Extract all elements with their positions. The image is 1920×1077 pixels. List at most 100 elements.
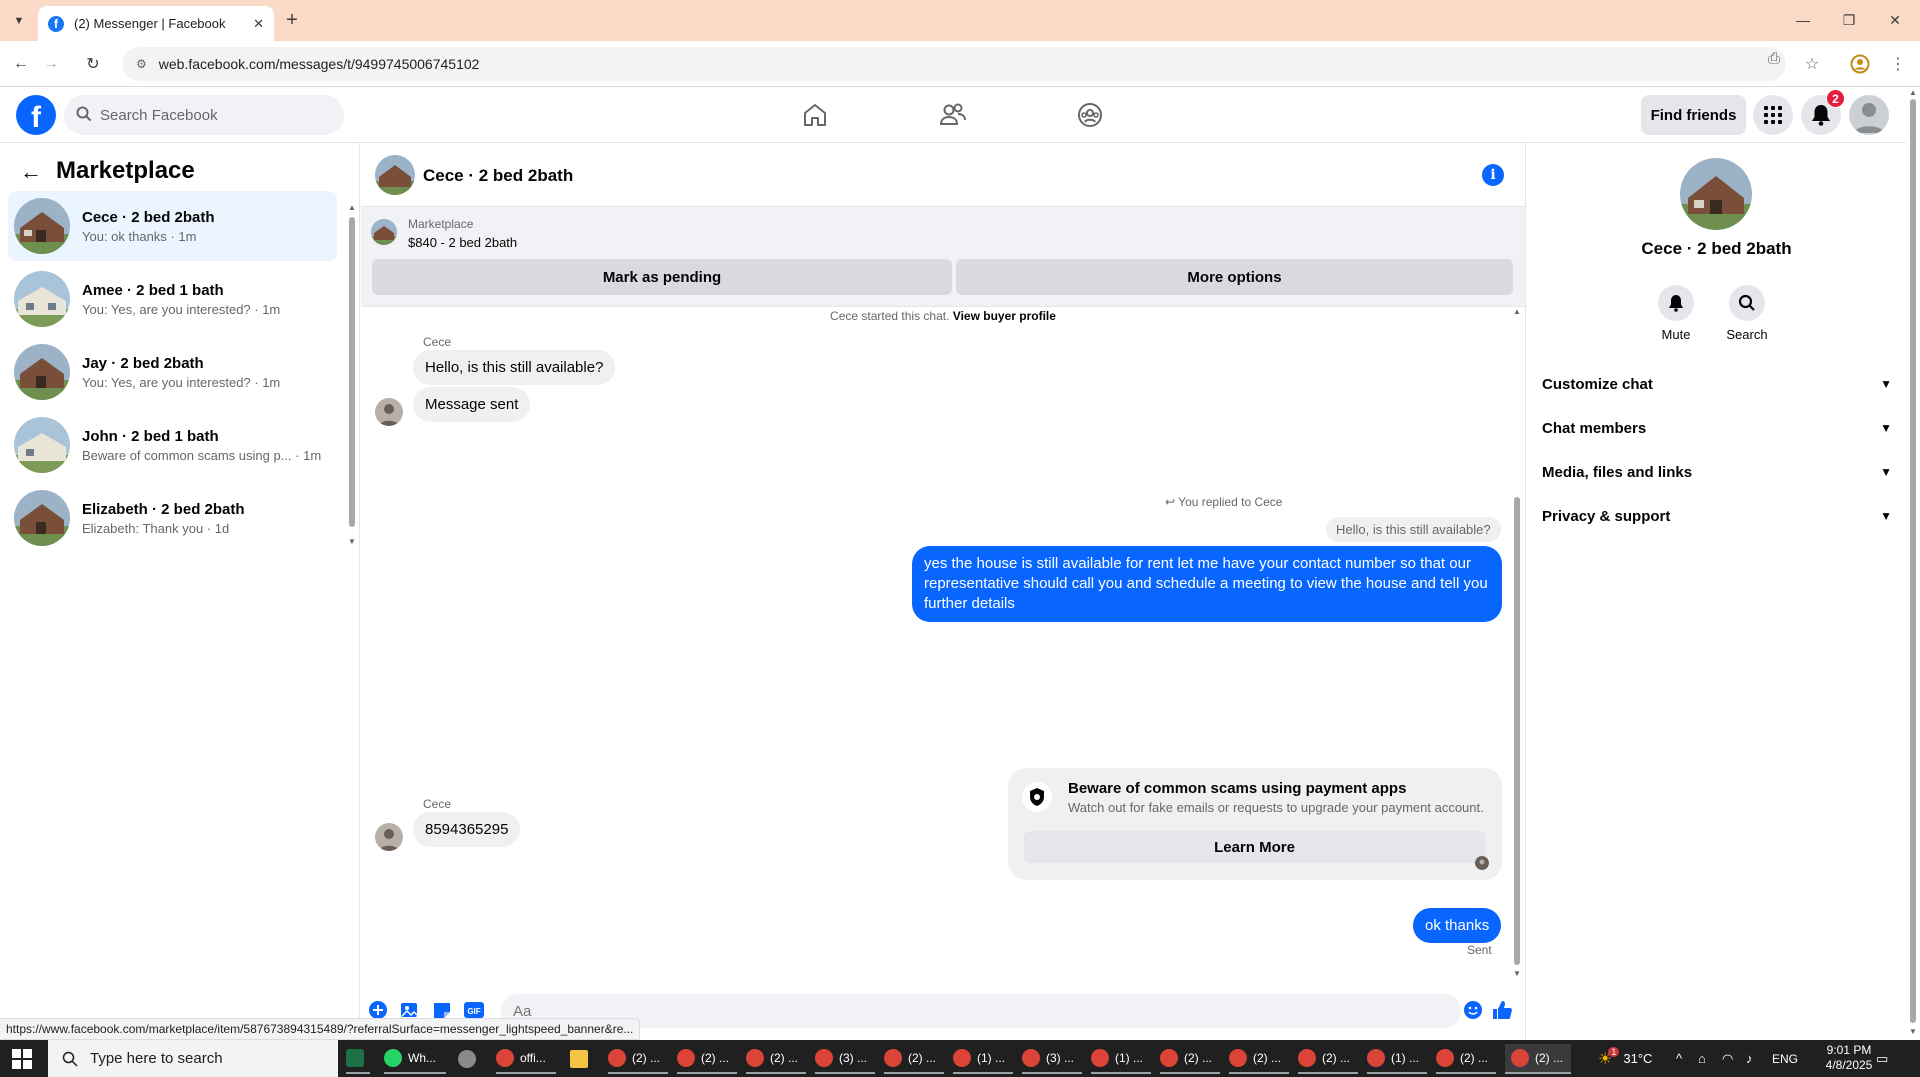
taskbar-chrome-window[interactable]: (1) ... (1367, 1044, 1427, 1074)
facebook-search-box[interactable]: Search Facebook (64, 95, 344, 135)
new-tab-plus-icon[interactable]: + (280, 8, 304, 32)
conversation-item-elizabeth[interactable]: Elizabeth · 2 bed 2bath Elizabeth: Thank… (8, 483, 337, 553)
taskbar-search-box[interactable]: Type here to search (48, 1040, 338, 1077)
show-hidden-icons-chevron-icon[interactable]: ^ (1676, 1040, 1682, 1077)
privacy-support-section[interactable]: Privacy & support ▼ (1542, 498, 1892, 534)
scrollbar-thumb[interactable] (1514, 497, 1520, 965)
profile-icon[interactable] (1848, 52, 1872, 76)
volume-icon[interactable]: ♪ (1746, 1040, 1753, 1077)
scrollbar-thumb[interactable] (1910, 99, 1916, 1023)
sender-avatar[interactable] (375, 398, 403, 426)
taskbar-chrome-window[interactable]: (2) ... (746, 1044, 806, 1074)
learn-more-button[interactable]: Learn More (1024, 831, 1485, 863)
sidebar-scrollbar[interactable]: ▲ ▼ (348, 203, 356, 546)
conversation-item-cece[interactable]: Cece · 2 bed 2bath You: ok thanks · 1m (8, 191, 337, 261)
listing-avatar[interactable] (1680, 158, 1752, 230)
incoming-message[interactable]: Message sent (413, 387, 531, 422)
taskbar-chrome-window[interactable]: (1) ... (953, 1044, 1013, 1074)
taskbar-chrome-window[interactable]: (2) ... (608, 1044, 668, 1074)
taskbar-chrome-window[interactable]: (2) ... (1298, 1044, 1358, 1074)
chat-members-section[interactable]: Chat members ▼ (1542, 410, 1892, 446)
taskbar-chrome-window[interactable]: (3) ... (815, 1044, 875, 1074)
bookmark-star-icon[interactable]: ☆ (1800, 52, 1824, 76)
customize-chat-section[interactable]: Customize chat ▼ (1542, 366, 1892, 402)
language-indicator[interactable]: ENG (1772, 1040, 1798, 1077)
outgoing-message[interactable]: yes the house is still available for ren… (912, 546, 1502, 622)
install-app-icon[interactable]: ⎙ (1768, 50, 1780, 67)
search-in-conversation-button[interactable]: Search (1717, 285, 1777, 342)
scrollbar-thumb[interactable] (349, 217, 355, 527)
listing-price-title[interactable]: $840 - 2 bed 2bath (408, 235, 517, 250)
taskbar-chrome-window[interactable]: (2) ... (1436, 1044, 1496, 1074)
page-scrollbar[interactable]: ▲ ▼ (1906, 87, 1920, 1040)
taskbar-chrome-window[interactable]: (1) ... (1091, 1044, 1151, 1074)
incoming-message[interactable]: 8594365295 (413, 812, 521, 847)
restore-window-icon[interactable]: ❐ (1834, 8, 1864, 32)
mute-button[interactable]: Mute (1646, 285, 1706, 342)
facebook-logo[interactable]: f (16, 95, 56, 135)
scroll-down-arrow-icon[interactable]: ▼ (1513, 969, 1521, 978)
account-avatar[interactable] (1849, 95, 1889, 135)
back-arrow-icon[interactable]: ← (8, 51, 34, 77)
chat-avatar[interactable] (375, 155, 415, 195)
address-bar[interactable]: ⚙ web.facebook.com/messages/t/9499745006… (122, 47, 1786, 81)
groups-icon[interactable] (1074, 99, 1106, 131)
scroll-up-arrow-icon[interactable]: ▲ (1909, 88, 1917, 97)
scroll-down-arrow-icon[interactable]: ▼ (348, 537, 356, 546)
taskbar-chrome-window[interactable]: (2) ... (677, 1044, 737, 1074)
taskbar-chrome-window[interactable]: (2) ... (1160, 1044, 1220, 1074)
close-window-icon[interactable]: ✕ (1880, 8, 1910, 32)
conversation-item-jay[interactable]: Jay · 2 bed 2bath You: Yes, are you inte… (8, 337, 337, 407)
network-icon[interactable]: ⌂ (1698, 1040, 1706, 1077)
taskbar-file-explorer[interactable] (570, 1044, 594, 1074)
conversation-item-john[interactable]: John · 2 bed 1 bath Beware of common sca… (8, 410, 337, 480)
chat-scrollbar[interactable]: ▲ ▼ (1511, 307, 1523, 978)
taskbar-chrome-window[interactable]: (2) ... (884, 1044, 944, 1074)
forward-arrow-icon[interactable]: → (38, 51, 64, 77)
find-friends-button[interactable]: Find friends (1641, 95, 1746, 135)
scroll-up-arrow-icon[interactable]: ▲ (1513, 307, 1521, 316)
listing-thumbnail[interactable] (371, 219, 397, 245)
conversation-preview: You: ok thanks · 1m (82, 228, 197, 244)
taskbar-app[interactable] (458, 1044, 482, 1074)
quoted-message[interactable]: Hello, is this still available? (1326, 517, 1501, 542)
home-icon[interactable] (799, 99, 831, 131)
conversation-info-icon[interactable]: i (1482, 164, 1504, 186)
taskbar-whatsapp[interactable]: Wh... (384, 1044, 446, 1074)
system-clock[interactable]: 9:01 PM 4/8/2025 (1812, 1043, 1886, 1073)
emoji-icon[interactable] (1462, 999, 1484, 1021)
outgoing-message[interactable]: ok thanks (1413, 908, 1502, 943)
more-options-button[interactable]: More options (956, 259, 1513, 295)
incoming-message[interactable]: Hello, is this still available? (413, 350, 616, 385)
conversation-item-amee[interactable]: Amee · 2 bed 1 bath You: Yes, are you in… (8, 264, 337, 334)
media-files-links-section[interactable]: Media, files and links ▼ (1542, 454, 1892, 490)
scroll-up-arrow-icon[interactable]: ▲ (348, 203, 356, 212)
taskbar-excel[interactable] (346, 1044, 370, 1074)
minimize-window-icon[interactable]: — (1788, 8, 1818, 32)
tab-search-chevron-icon[interactable]: ▼ (8, 10, 30, 32)
scroll-down-arrow-icon[interactable]: ▼ (1909, 1027, 1917, 1036)
weather-widget[interactable]: ☀ 1 31°C (1598, 1040, 1652, 1077)
sender-avatar[interactable] (375, 823, 403, 851)
back-arrow-icon[interactable]: ← (20, 159, 42, 185)
view-buyer-profile-link[interactable]: View buyer profile (953, 309, 1056, 323)
wifi-icon[interactable]: ◠ (1722, 1040, 1733, 1077)
menu-grid-icon[interactable] (1753, 95, 1793, 135)
taskbar-chrome-active[interactable]: (2) ... (1505, 1044, 1571, 1074)
taskbar-chrome-office[interactable]: offi... (496, 1044, 556, 1074)
notification-center-icon[interactable]: ▭ (1876, 1040, 1888, 1077)
mark-as-pending-button[interactable]: Mark as pending (372, 259, 952, 295)
taskbar-chrome-window[interactable]: (2) ... (1229, 1044, 1289, 1074)
browser-tab-messenger[interactable]: f (2) Messenger | Facebook ✕ (38, 6, 274, 41)
browser-menu-icon[interactable]: ⋮ (1886, 52, 1910, 76)
friends-icon[interactable] (937, 99, 969, 131)
message-input[interactable] (501, 994, 1461, 1028)
site-info-icon[interactable]: ⚙ (136, 57, 147, 71)
tab-close-icon[interactable]: ✕ (253, 16, 264, 32)
listing-thumbnail (14, 490, 70, 546)
reload-icon[interactable]: ↻ (80, 51, 106, 77)
chat-title[interactable]: Cece · 2 bed 2bath (423, 166, 573, 186)
taskbar-chrome-window[interactable]: (3) ... (1022, 1044, 1082, 1074)
windows-start-icon[interactable] (12, 1049, 32, 1069)
like-thumbs-up-icon[interactable] (1491, 999, 1513, 1021)
